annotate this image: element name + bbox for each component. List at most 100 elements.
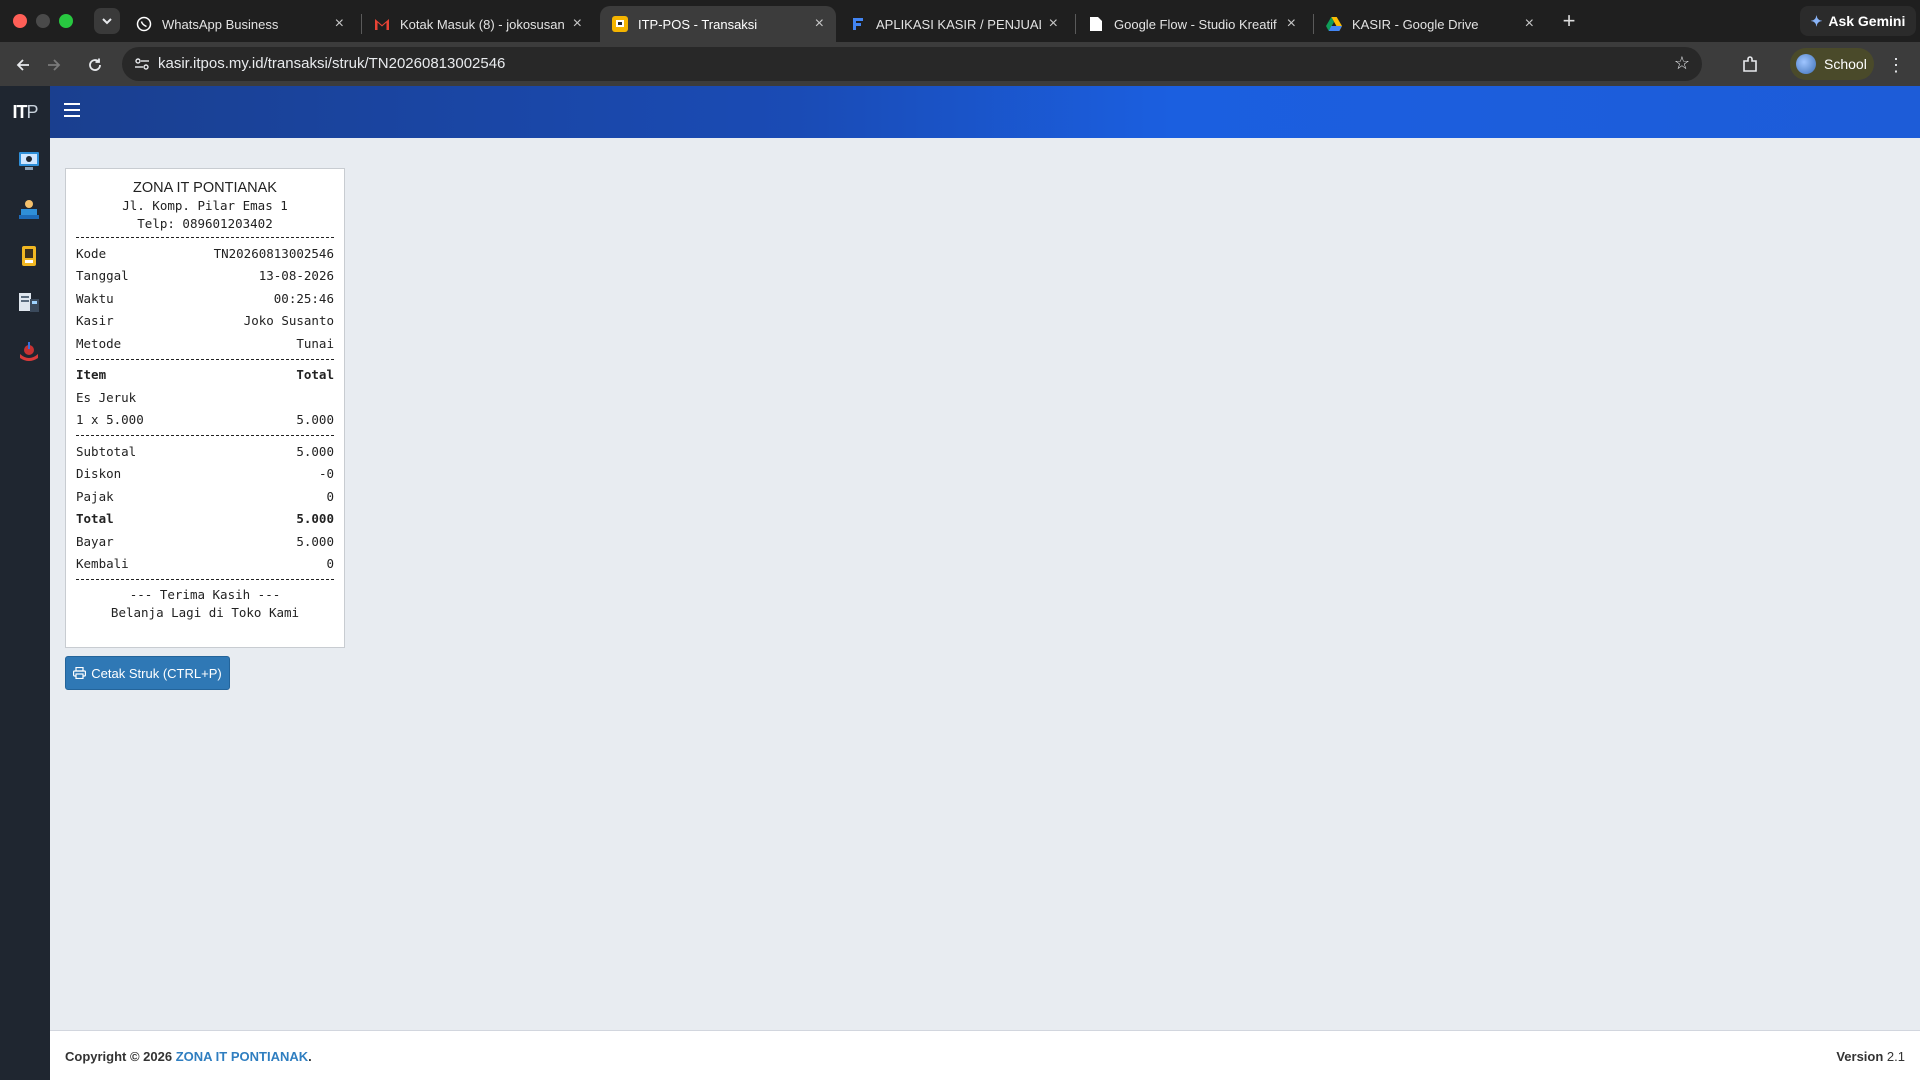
tab-title: Kotak Masuk (8) - jokosusanto	[400, 16, 565, 32]
summary-row-subtotal: Subtotal 5.000	[76, 440, 334, 463]
tab-aplikasi-kasir[interactable]: APLIKASI KASIR / PENJUALAN ×	[838, 6, 1070, 42]
item-detail-row: 1 x 5.000 5.000	[76, 409, 334, 432]
browser-toolbar: kasir.itpos.my.id/transaksi/struk/TN2026…	[0, 42, 1920, 86]
summary-row-kembali: Kembali 0	[76, 553, 334, 576]
browser-menu-icon[interactable]: ⋮	[1884, 51, 1908, 79]
items-header-item: Item	[76, 367, 107, 383]
receipt-info-row: Kasir Joko Susanto	[76, 310, 334, 333]
address-bar[interactable]: kasir.itpos.my.id/transaksi/struk/TN2026…	[122, 47, 1702, 81]
brand-logo[interactable]: IT P	[0, 86, 50, 138]
arrow-left-icon	[16, 59, 29, 71]
gemini-sparkle-icon: ✦	[1810, 12, 1823, 29]
thanks-text: --- Terima Kasih ---	[129, 587, 281, 602]
avatar	[1796, 54, 1816, 74]
summary-label: Subtotal	[76, 443, 137, 459]
receipt-divider	[76, 358, 334, 360]
info-label: Metode	[76, 335, 122, 351]
summary-label: Total	[76, 511, 114, 527]
arrow-right-icon	[48, 59, 61, 71]
whatsapp-icon	[136, 16, 152, 32]
window-minimize-button[interactable]	[36, 14, 50, 28]
store-name: ZONA IT PONTIANAK	[133, 180, 277, 196]
profile-label: School	[1824, 56, 1867, 72]
google-drive-icon	[1326, 16, 1342, 32]
tab-gmail[interactable]: Kotak Masuk (8) - jokosusanto ×	[362, 6, 594, 42]
url-text[interactable]: kasir.itpos.my.id/transaksi/struk/TN2026…	[158, 55, 505, 72]
settings-icon[interactable]	[17, 339, 41, 363]
summary-row-pajak: Pajak 0	[76, 485, 334, 508]
forward-button[interactable]	[40, 51, 68, 79]
brand-it: IT	[12, 101, 27, 122]
top-navbar	[50, 86, 1920, 138]
summary-value: 0	[326, 556, 334, 572]
copyright-suffix: .	[308, 1049, 312, 1064]
info-label: Waktu	[76, 290, 114, 306]
ask-gemini-button[interactable]: ✦ Ask Gemini	[1800, 6, 1916, 36]
tab-title: APLIKASI KASIR / PENJUALAN	[876, 16, 1041, 32]
receipt-footer: --- Terima Kasih --- Belanja Lagi di Tok…	[76, 586, 334, 622]
sidebar: IT P	[0, 86, 50, 1080]
summary-label: Pajak	[76, 488, 114, 504]
window-close-button[interactable]	[13, 14, 27, 28]
main-content: ZONA IT PONTIANAK Jl. Komp. Pilar Emas 1…	[50, 138, 1920, 1030]
reload-button[interactable]	[81, 51, 109, 79]
tab-close-icon[interactable]: ×	[335, 15, 344, 33]
hamburger-menu-icon[interactable]	[64, 103, 80, 121]
tab-close-icon[interactable]: ×	[1287, 15, 1296, 33]
tab-whatsapp[interactable]: WhatsApp Business ×	[124, 6, 356, 42]
info-value: Joko Susanto	[243, 313, 334, 329]
back-button[interactable]	[9, 51, 37, 79]
reload-icon	[89, 58, 101, 71]
cashier-icon[interactable]	[17, 197, 41, 221]
store-address: Jl. Komp. Pilar Emas 1	[122, 198, 288, 213]
receipt: ZONA IT PONTIANAK Jl. Komp. Pilar Emas 1…	[65, 168, 345, 648]
window-maximize-button[interactable]	[59, 14, 73, 28]
bookmark-star-icon[interactable]: ☆	[1674, 53, 1690, 74]
tab-title: Google Flow - Studio Kreatif AI	[1114, 16, 1279, 32]
receipt-info-row: Metode Tunai	[76, 332, 334, 355]
tab-close-icon[interactable]: ×	[573, 15, 582, 33]
flow-doc-icon	[850, 16, 866, 32]
tab-title: WhatsApp Business	[162, 16, 279, 32]
summary-value: 5.000	[296, 533, 334, 549]
tab-google-flow[interactable]: Google Flow - Studio Kreatif AI ×	[1076, 6, 1308, 42]
tab-close-icon[interactable]: ×	[1049, 15, 1058, 33]
printer-icon	[73, 667, 87, 679]
tab-title: KASIR - Google Drive	[1352, 16, 1479, 32]
summary-value: 5.000	[296, 443, 334, 459]
ask-gemini-label: Ask Gemini	[1828, 13, 1906, 29]
tab-close-icon[interactable]: ×	[1525, 15, 1534, 33]
item-total: 5.000	[296, 412, 334, 428]
tab-search-button[interactable]	[94, 8, 120, 34]
browser-tab-bar: WhatsApp Business × Kotak Masuk (8) - jo…	[0, 0, 1920, 42]
info-value: 13-08-2026	[258, 268, 334, 284]
info-value: Tunai	[296, 335, 334, 351]
summary-value: -0	[318, 466, 334, 482]
info-label: Kode	[76, 245, 107, 261]
item-name: Es Jeruk	[76, 389, 137, 405]
receipt-info-row: Tanggal 13-08-2026	[76, 265, 334, 288]
product-icon[interactable]	[17, 244, 41, 268]
tab-itpos[interactable]: ITP-POS - Transaksi ×	[600, 6, 836, 42]
summary-label: Diskon	[76, 466, 122, 482]
page-footer: Copyright © 2026 ZONA IT PONTIANAK. Vers…	[50, 1030, 1920, 1080]
site-info-icon[interactable]	[132, 54, 152, 74]
receipt-divider	[76, 579, 334, 580]
summary-label: Kembali	[76, 556, 129, 572]
itpos-icon	[612, 16, 628, 32]
closing-text: Belanja Lagi di Toko Kami	[110, 605, 300, 620]
new-tab-button[interactable]: +	[1556, 8, 1582, 34]
tab-close-icon[interactable]: ×	[815, 15, 824, 33]
report-icon[interactable]	[17, 290, 41, 314]
company-link[interactable]: ZONA IT PONTIANAK	[176, 1049, 308, 1064]
brand-p: P	[26, 101, 38, 122]
extensions-button[interactable]	[1736, 51, 1764, 79]
monitor-icon[interactable]	[17, 149, 41, 173]
profile-button[interactable]: School	[1790, 48, 1874, 80]
print-receipt-button[interactable]: Cetak Struk (CTRL+P)	[65, 656, 230, 690]
store-phone: Telp: 089601203402	[137, 216, 273, 231]
tab-google-drive[interactable]: KASIR - Google Drive ×	[1314, 6, 1546, 42]
copyright-prefix: Copyright © 2026	[65, 1049, 176, 1064]
receipt-divider	[76, 435, 334, 436]
print-button-label: Cetak Struk (CTRL+P)	[91, 665, 222, 681]
